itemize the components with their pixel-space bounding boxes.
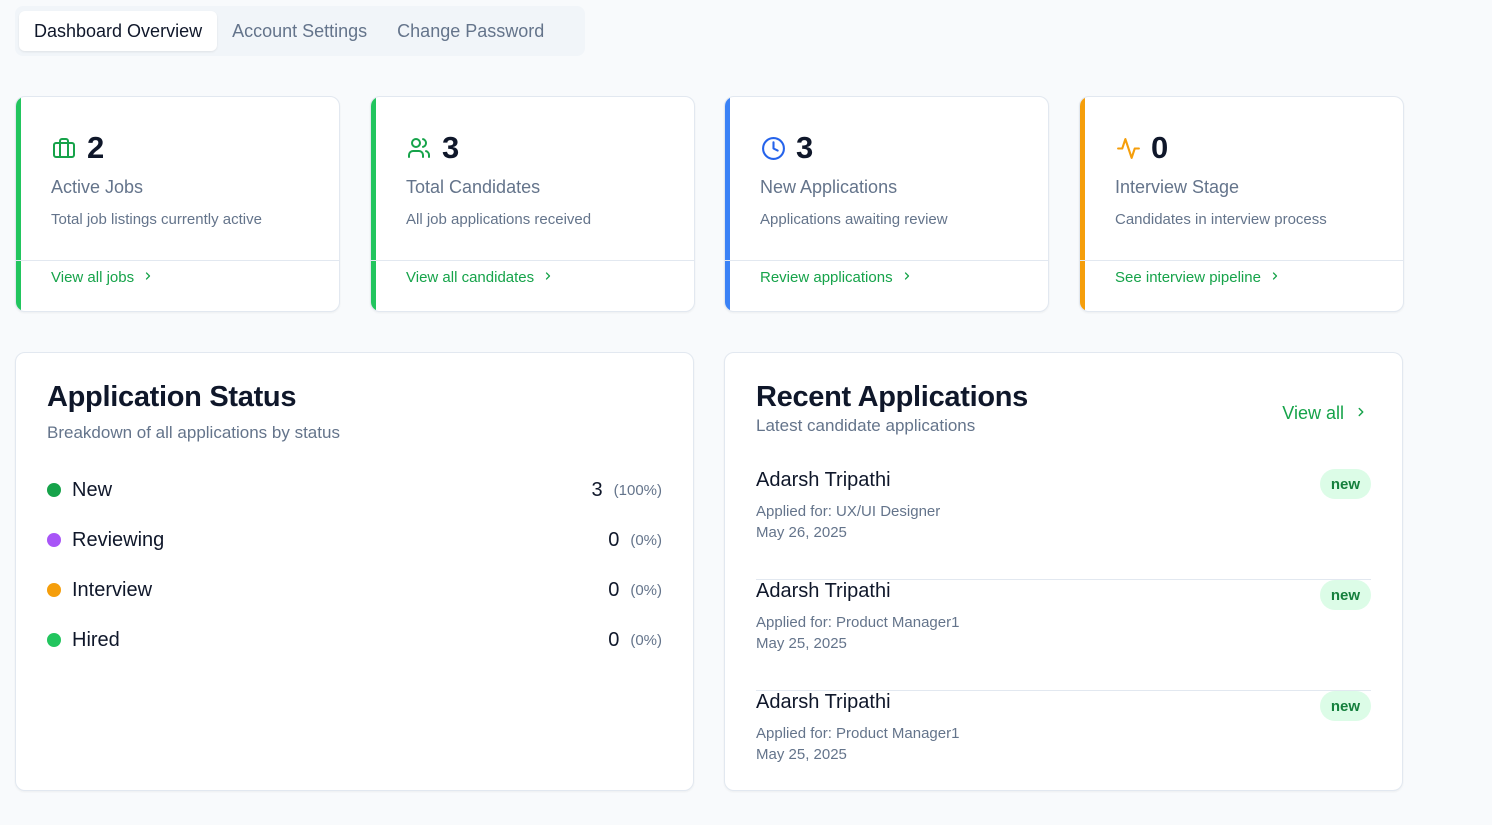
view-all-applications-link[interactable]: View all: [1282, 403, 1368, 424]
stat-description: All job applications received: [406, 211, 592, 228]
stat-title: Active Jobs: [51, 177, 144, 197]
stat-value: 3: [796, 130, 814, 165]
chevron-right-icon: [542, 269, 554, 286]
card-accent-bar: [16, 97, 21, 311]
application-item[interactable]: Adarsh Tripathi Applied for: Product Man…: [756, 691, 1371, 802]
stat-title: Interview Stage: [1115, 177, 1240, 197]
stat-card-new-applications: 3 New Applications Applications awaiting…: [724, 96, 1049, 312]
chevron-right-icon: [1269, 269, 1281, 286]
stat-description: Total job listings currently active: [51, 211, 262, 228]
divider: [371, 260, 694, 261]
status-badge: new: [1319, 469, 1371, 499]
applied-job: Applied for: UX/UI Designer: [756, 503, 941, 520]
clock-icon: [760, 135, 786, 161]
tab-change-password[interactable]: Change Password: [382, 11, 559, 51]
link-label: Review applications: [760, 268, 893, 286]
stat-title: Total Candidates: [406, 177, 541, 197]
link-label: View all jobs: [51, 268, 135, 286]
status-badge: new: [1319, 691, 1371, 721]
status-label: Interview: [72, 578, 153, 601]
card-accent-bar: [1080, 97, 1085, 311]
stat-value: 0: [1151, 130, 1169, 165]
card-accent-bar: [725, 97, 730, 311]
panel-title: Recent Applications: [756, 381, 1028, 413]
status-label: New: [72, 478, 113, 501]
status-dot: [47, 633, 61, 647]
recent-applications-panel: Recent Applications Latest candidate app…: [724, 352, 1403, 791]
divider: [16, 260, 339, 261]
stat-value: 2: [87, 130, 105, 165]
link-label: See interview pipeline: [1115, 268, 1261, 286]
view-all-jobs-link[interactable]: View all jobs: [51, 262, 154, 292]
status-dot: [47, 483, 61, 497]
tab-account-settings[interactable]: Account Settings: [217, 11, 382, 51]
status-dot: [47, 533, 61, 547]
activity-icon: [1115, 135, 1141, 161]
tab-dashboard-overview[interactable]: Dashboard Overview: [19, 11, 218, 51]
applied-date: May 25, 2025: [756, 746, 847, 763]
panel-subtitle: Latest candidate applications: [756, 416, 976, 435]
status-percent: (100%): [613, 481, 662, 499]
applied-date: May 25, 2025: [756, 635, 847, 652]
candidate-name: Adarsh Tripathi: [756, 469, 891, 491]
stat-description: Candidates in interview process: [1115, 211, 1327, 228]
applied-job: Applied for: Product Manager1: [756, 614, 960, 631]
candidate-name: Adarsh Tripathi: [756, 580, 891, 602]
chevron-right-icon: [901, 269, 913, 286]
interview-pipeline-link[interactable]: See interview pipeline: [1115, 262, 1281, 292]
status-count: 0: [608, 628, 620, 651]
stat-card-interview-stage: 0 Interview Stage Candidates in intervie…: [1079, 96, 1404, 312]
tab-list: Dashboard Overview Account Settings Chan…: [15, 6, 585, 56]
application-item[interactable]: Adarsh Tripathi Applied for: Product Man…: [756, 580, 1371, 691]
status-row-new: New 3 (100%): [47, 475, 662, 505]
status-count: 0: [608, 578, 620, 601]
stat-title: New Applications: [760, 177, 898, 197]
panel-subtitle: Breakdown of all applications by status: [47, 423, 340, 442]
link-label: View all candidates: [406, 268, 535, 286]
chevron-right-icon: [142, 269, 154, 286]
status-label: Reviewing: [72, 528, 165, 551]
briefcase-icon: [51, 135, 77, 161]
status-percent: (0%): [630, 581, 662, 599]
status-badge: new: [1319, 580, 1371, 610]
stat-card-active-jobs: 2 Active Jobs Total job listings current…: [15, 96, 340, 312]
status-count: 3: [591, 478, 603, 501]
stat-card-total-candidates: 3 Total Candidates All job applications …: [370, 96, 695, 312]
status-row-reviewing: Reviewing 0 (0%): [47, 525, 662, 555]
applied-job: Applied for: Product Manager1: [756, 725, 960, 742]
review-applications-link[interactable]: Review applications: [760, 262, 913, 292]
view-all-candidates-link[interactable]: View all candidates: [406, 262, 554, 292]
chevron-right-icon: [1354, 403, 1368, 424]
status-percent: (0%): [630, 531, 662, 549]
status-dot: [47, 583, 61, 597]
divider: [1080, 260, 1403, 261]
candidate-name: Adarsh Tripathi: [756, 691, 891, 713]
status-row-hired: Hired 0 (0%): [47, 625, 662, 655]
status-row-interview: Interview 0 (0%): [47, 575, 662, 605]
divider: [725, 260, 1048, 261]
application-item[interactable]: Adarsh Tripathi Applied for: UX/UI Desig…: [756, 469, 1371, 580]
stat-value: 3: [442, 130, 460, 165]
status-label: Hired: [72, 628, 120, 651]
status-count: 0: [608, 528, 620, 551]
application-status-panel: Application Status Breakdown of all appl…: [15, 352, 694, 791]
card-accent-bar: [371, 97, 376, 311]
link-label: View all: [1282, 403, 1344, 423]
panel-title: Application Status: [47, 381, 297, 413]
status-percent: (0%): [630, 631, 662, 649]
applied-date: May 26, 2025: [756, 524, 847, 541]
stat-description: Applications awaiting review: [760, 211, 948, 228]
users-icon: [406, 135, 432, 161]
